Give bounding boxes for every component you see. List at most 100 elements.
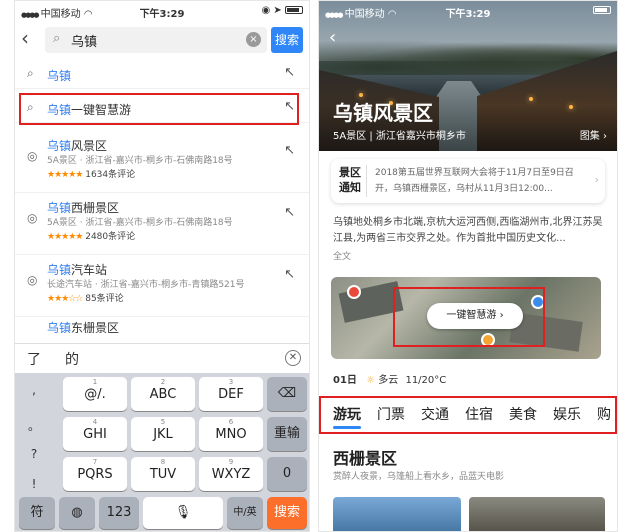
delete-key[interactable]: ⌫	[267, 377, 307, 411]
key-5[interactable]: 5 JKL	[131, 417, 195, 451]
scenic-photo[interactable]	[333, 497, 461, 531]
notice-text: 2018第五届世界互联网大会将于11月7日至9日召开，乌镇西栅景区，乌村从11月…	[375, 168, 574, 194]
place-address: 5A景区 · 浙江省-嘉兴市-桐乡市-石佛南路18号	[47, 156, 233, 166]
candidate-bar: 了 的 ✕	[15, 343, 309, 373]
section-subtitle: 赏醉人夜景，乌篷船上看水乡，品蓝天电影	[333, 472, 505, 482]
cloud-sun-icon: ☼	[366, 375, 376, 386]
gallery-link[interactable]: 图集 ›	[580, 127, 607, 142]
key-7[interactable]: 7 PQRS	[63, 457, 127, 491]
symbol-key[interactable]: 符	[19, 497, 55, 529]
place-item[interactable]: ◎ 乌镇汽车站 长途汽车站 · 浙江省-嘉兴市-桐乡市-青镇路521号 ★★★☆…	[15, 257, 309, 317]
weather-condition: 多云	[378, 375, 399, 386]
search-query: 乌镇	[71, 35, 98, 50]
numbers-key[interactable]: 123	[99, 497, 139, 529]
key-6[interactable]: 6 MNO	[199, 417, 263, 451]
microphone-icon: 🎙	[174, 505, 192, 520]
battery-icon	[285, 6, 303, 14]
punct-key[interactable]: ,	[19, 383, 49, 397]
location-pin-icon: ◎	[27, 273, 38, 287]
back-icon[interactable]: ‹	[21, 26, 41, 50]
weather-row: 01日 ☼ 多云 11/20°C	[333, 371, 446, 386]
partial-list-item: 乌镇东栅景区	[47, 319, 119, 333]
candidate-word[interactable]: 了	[27, 349, 41, 369]
highlight-box	[319, 396, 617, 434]
zero-key[interactable]: 0	[267, 457, 307, 491]
notice-tag-line1: 景区	[339, 166, 361, 179]
place-title-highlight: 乌镇	[47, 263, 72, 277]
intro-text: 乌镇地处桐乡市北端,京杭大运河西侧,西临湖州市,北界江苏吴江县,为两省三市交界之…	[333, 217, 603, 244]
scenic-photo[interactable]	[469, 497, 605, 531]
reenter-key[interactable]: 重输	[267, 417, 307, 451]
chevron-right-icon: ›	[594, 173, 599, 186]
notice-tag-line2: 通知	[339, 181, 361, 194]
location-icon: ➤	[273, 5, 282, 16]
punct-key[interactable]: !	[19, 477, 49, 491]
rating-stars: ★★★★★	[47, 170, 83, 180]
place-item[interactable]: ◎ 乌镇西栅景区 5A景区 · 浙江省-嘉兴市-桐乡市-石佛南路18号 ★★★★…	[15, 195, 309, 255]
search-screen: ●●●● 中国移动 ◠ 下午3:29 ◉ ➤ ‹ ⌕ 乌镇 × 搜索 ⌕ 乌镇 …	[14, 0, 310, 532]
scenic-notice[interactable]: 景区 通知 2018第五届世界互联网大会将于11月7日至9日召开，乌镇西栅景区，…	[331, 159, 605, 203]
full-text-link[interactable]: 全文	[333, 249, 351, 262]
location-pin-icon: ◎	[27, 211, 38, 225]
place-title-rest: 汽车站	[71, 263, 108, 277]
status-bar: ●●●● 中国移动 ◠ 下午3:29	[319, 1, 617, 21]
lock-rotation-icon: ◉	[261, 5, 271, 16]
place-address: 长途汽车站 · 浙江省-嘉兴市-桐乡市-青镇路521号	[47, 280, 245, 290]
hero-image: ●●●● 中国移动 ◠ 下午3:29 ‹ 乌镇风景区 5A景区 | 浙江省嘉兴市…	[319, 1, 617, 151]
punct-key[interactable]: 。	[19, 417, 49, 434]
fill-arrow-icon[interactable]: ↖	[284, 143, 295, 158]
globe-icon[interactable]: ◍	[59, 497, 95, 529]
section-title: 西栅景区	[333, 449, 398, 468]
search-bar: ‹ ⌕ 乌镇 × 搜索	[15, 23, 309, 57]
place-address: 5A景区 · 浙江省-嘉兴市-桐乡市-石佛南路18号	[47, 218, 233, 228]
search-button[interactable]: 搜索	[271, 27, 303, 53]
fill-arrow-icon[interactable]: ↖	[284, 267, 295, 282]
rating-stars: ★★★★★	[47, 232, 83, 242]
place-title-rest: 西栅景区	[71, 201, 120, 215]
battery-icon	[593, 6, 611, 14]
search-icon: ⌕	[53, 31, 61, 46]
weather-temp: 11/20°C	[405, 375, 447, 386]
search-input[interactable]: ⌕ 乌镇 ×	[45, 27, 267, 53]
page-title: 乌镇风景区	[333, 101, 433, 125]
review-count: 85条评论	[85, 294, 124, 304]
back-icon[interactable]: ‹	[329, 27, 336, 48]
weather-date: 01日	[333, 375, 357, 386]
close-icon[interactable]: ✕	[285, 350, 301, 366]
status-bar: ●●●● 中国移动 ◠ 下午3:29 ◉ ➤	[15, 1, 309, 21]
punct-key[interactable]: ?	[19, 447, 49, 461]
key-9[interactable]: 9 WXYZ	[199, 457, 263, 491]
keyboard: , 。 ? ! 1 @/. 2 ABC 3 DEF ⌫ 4 GHI 5 JKL 6 MNO …	[15, 373, 309, 531]
highlight-box	[393, 287, 545, 347]
place-title-rest: 东栅景区	[71, 321, 120, 333]
keyboard-search-key[interactable]: 搜索	[267, 497, 307, 529]
suggestion-highlight: 乌镇	[47, 69, 72, 83]
key-2[interactable]: 2 ABC	[131, 377, 195, 411]
place-item[interactable]: ◎ 乌镇风景区 5A景区 · 浙江省-嘉兴市-桐乡市-石佛南路18号 ★★★★★…	[15, 133, 309, 193]
highlight-box	[19, 93, 299, 125]
search-icon: ⌕	[27, 66, 34, 80]
place-title-highlight: 乌镇	[47, 321, 72, 333]
map-poi-icon[interactable]	[347, 285, 361, 299]
status-time: 下午3:29	[445, 9, 491, 20]
place-title-highlight: 乌镇	[47, 139, 72, 153]
scenic-detail-screen: ●●●● 中国移动 ◠ 下午3:29 ‹ 乌镇风景区 5A景区 | 浙江省嘉兴市…	[318, 0, 618, 532]
fill-arrow-icon[interactable]: ↖	[284, 65, 295, 80]
key-1[interactable]: 1 @/.	[63, 377, 127, 411]
key-3[interactable]: 3 DEF	[199, 377, 263, 411]
key-8[interactable]: 8 TUV	[131, 457, 195, 491]
candidate-word[interactable]: 的	[65, 349, 79, 369]
review-count: 1634条评论	[85, 170, 136, 180]
fill-arrow-icon[interactable]: ↖	[284, 205, 295, 220]
place-title-rest: 风景区	[71, 139, 108, 153]
rating-stars: ★★★☆☆	[47, 294, 83, 304]
review-count: 2480条评论	[85, 232, 136, 242]
suggestion-item[interactable]: ⌕ 乌镇 ↖	[15, 59, 309, 89]
location-pin-icon: ◎	[27, 149, 38, 163]
key-4[interactable]: 4 GHI	[63, 417, 127, 451]
language-key[interactable]: 中/英	[227, 497, 263, 529]
hero-subtitle: 5A景区 | 浙江省嘉兴市桐乡市	[333, 131, 466, 142]
space-key[interactable]: 🎙	[143, 497, 223, 529]
clear-icon[interactable]: ×	[246, 32, 261, 47]
place-title-highlight: 乌镇	[47, 201, 72, 215]
